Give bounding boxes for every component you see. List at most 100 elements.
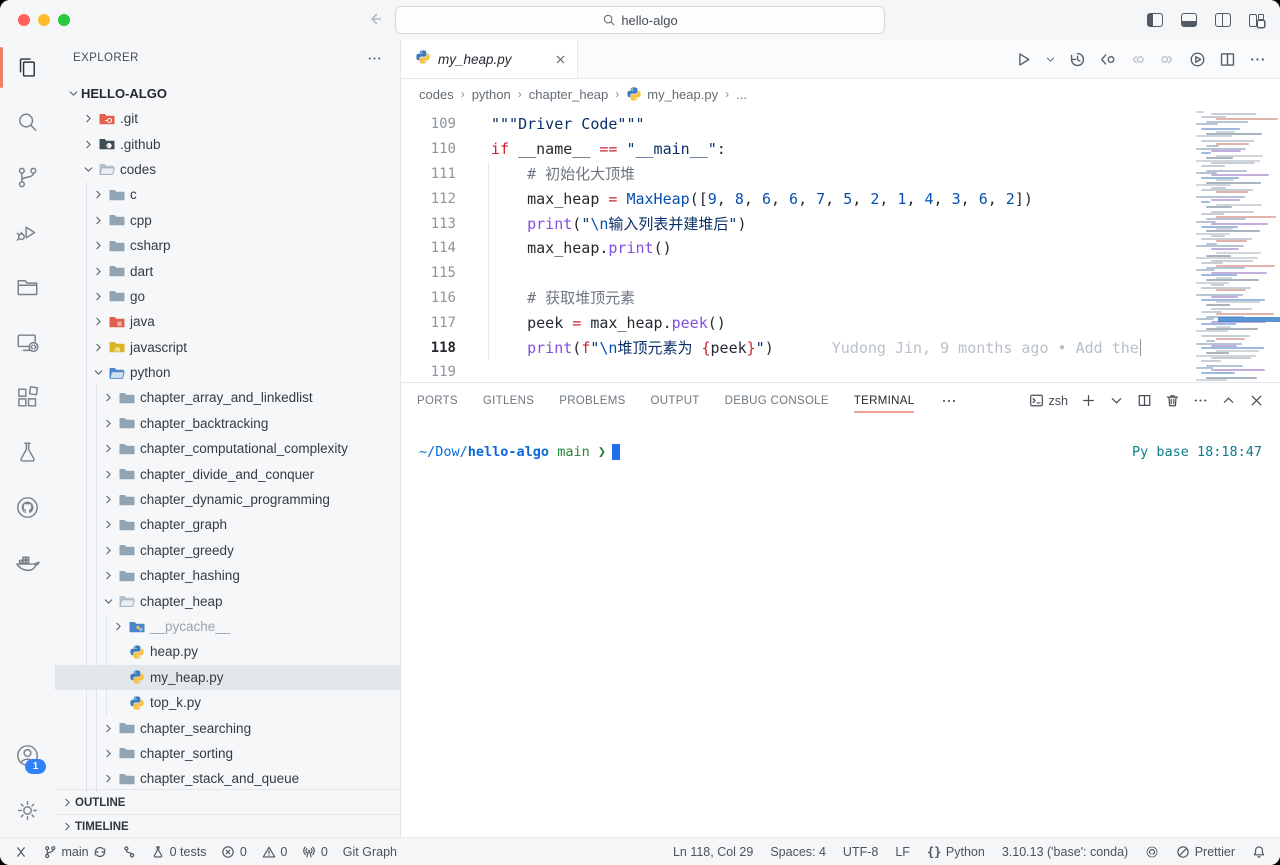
open-changes-icon[interactable] (1099, 51, 1116, 68)
tree-item-chapter-dynamic-programming[interactable]: chapter_dynamic_programming (55, 487, 400, 512)
tree-item-chapter-greedy[interactable]: chapter_greedy (55, 538, 400, 563)
status-bell[interactable] (1252, 845, 1266, 859)
tree-item-chapter-hashing[interactable]: chapter_hashing (55, 563, 400, 588)
status-warning[interactable]: 0 (262, 845, 287, 859)
panel-tab-gitlens[interactable]: GITLENS (483, 383, 534, 418)
panel-tab-output[interactable]: OUTPUT (651, 383, 700, 418)
zoom-window-button[interactable] (58, 14, 70, 26)
status-label: Spaces: 4 (770, 845, 826, 859)
status-branch[interactable]: main (43, 845, 107, 859)
minimap[interactable] (1196, 111, 1280, 382)
activity-docker-icon[interactable] (0, 535, 55, 590)
activity-testing-icon[interactable] (0, 425, 55, 480)
more-icon[interactable] (1193, 393, 1208, 408)
command-center-search[interactable]: hello-algo (395, 6, 885, 34)
status-3-10-13-base-conda-[interactable]: 3.10.13 ('base': conda) (1002, 845, 1128, 859)
customize-layout-icon[interactable] (1249, 14, 1264, 27)
status-git-graph[interactable]: Git Graph (343, 845, 397, 859)
status-lf[interactable]: LF (895, 845, 910, 859)
tree-item-javascript[interactable]: JSjavascript (55, 335, 400, 360)
breadcrumb-item--[interactable]: ... (736, 87, 747, 102)
tree-item-python[interactable]: python (55, 360, 400, 385)
chevron-down-icon[interactable] (1109, 393, 1124, 408)
tree-item-chapter-divide-and-conquer[interactable]: chapter_divide_and_conquer (55, 461, 400, 486)
tree-item-chapter-graph[interactable]: chapter_graph (55, 512, 400, 537)
history-icon[interactable] (1069, 51, 1086, 68)
tree-item-chapter-stack-and-queue[interactable]: chapter_stack_and_queue (55, 766, 400, 791)
close-icon[interactable] (1249, 393, 1264, 408)
chevron-up-icon[interactable] (1221, 393, 1236, 408)
status-prettier[interactable]: Prettier (1176, 845, 1235, 859)
panel-more-tabs-icon[interactable] (941, 393, 957, 409)
tree-item-cpp[interactable]: cpp (55, 208, 400, 233)
tree-item--git[interactable]: .git (55, 106, 400, 131)
panel-tab-terminal[interactable]: TERMINAL (854, 383, 915, 418)
activity-github-icon[interactable] (0, 480, 55, 535)
more-icon[interactable] (1249, 51, 1266, 68)
code-editor[interactable]: 109"""Driver Code"""110if __name__ == "_… (401, 109, 1280, 382)
activity-source-control-icon[interactable] (0, 150, 55, 205)
timeline-section[interactable]: TIMELINE (55, 814, 400, 838)
status-radio-tower[interactable]: 0 (302, 845, 327, 859)
activity-extensions-icon[interactable] (0, 370, 55, 425)
tab-close-icon[interactable] (554, 53, 567, 66)
tree-item-dart[interactable]: dart (55, 258, 400, 283)
activity-run-debug-icon[interactable] (0, 205, 55, 260)
toggle-panel-icon[interactable] (1181, 13, 1197, 27)
toggle-sidebar-icon[interactable] (1147, 13, 1163, 27)
tree-item--github[interactable]: .github (55, 131, 400, 156)
panel-tab-ports[interactable]: PORTS (417, 383, 458, 418)
terminal-icon[interactable]: zsh (1029, 393, 1068, 408)
status-ln-118-col-29[interactable]: Ln 118, Col 29 (673, 845, 753, 859)
panel-tab-debug-console[interactable]: DEBUG CONSOLE (725, 383, 829, 418)
status-spaces-4[interactable]: Spaces: 4 (770, 845, 826, 859)
tree-item-chapter-sorting[interactable]: chapter_sorting (55, 741, 400, 766)
status-error[interactable]: 0 (221, 845, 246, 859)
trash-icon[interactable] (1165, 393, 1180, 408)
tree-item-go[interactable]: go (55, 284, 400, 309)
activity-project-folder-icon[interactable] (0, 260, 55, 315)
minimize-window-button[interactable] (38, 14, 50, 26)
tree-item-c[interactable]: c (55, 182, 400, 207)
run-circle-icon[interactable] (1189, 51, 1206, 68)
status-utf-8[interactable]: UTF-8 (843, 845, 878, 859)
add-icon[interactable] (1081, 393, 1096, 408)
split-editor-icon[interactable] (1219, 51, 1236, 68)
toggle-secondary-sidebar-icon[interactable] (1215, 13, 1231, 27)
explorer-more-actions-icon[interactable] (367, 51, 382, 66)
status-beaker[interactable]: 0 tests (151, 845, 206, 859)
close-window-button[interactable] (18, 14, 30, 26)
status-github-small[interactable] (1145, 845, 1159, 859)
tree-item-codes[interactable]: codes (55, 157, 400, 182)
chevron-down-icon[interactable] (1045, 54, 1056, 65)
breadcrumb-item-my-heap-py[interactable]: my_heap.py (626, 86, 718, 102)
terminal[interactable]: ~/Dow/hello-algo main ❯ Py base 18:18:47 (401, 418, 1280, 838)
activity-remote-explorer-icon[interactable] (0, 315, 55, 370)
tree-item-chapter-array-and-linkedlist[interactable]: chapter_array_and_linkedlist (55, 385, 400, 410)
panel-tab-problems[interactable]: PROBLEMS (559, 383, 625, 418)
activity-search-icon[interactable] (0, 95, 55, 150)
tree-item-chapter-searching[interactable]: chapter_searching (55, 715, 400, 740)
run-icon[interactable] (1015, 51, 1032, 68)
nav-back-button[interactable] (364, 8, 386, 30)
split-editor-icon[interactable] (1137, 393, 1152, 408)
svg-text:JS: JS (113, 348, 120, 354)
activity-explorer-icon[interactable] (0, 40, 55, 95)
tree-item-chapter-backtracking[interactable]: chapter_backtracking (55, 411, 400, 436)
activity-accounts-icon[interactable]: 1 (0, 728, 55, 783)
breadcrumb-item-python[interactable]: python (472, 87, 511, 102)
tree-root-hello-algo[interactable]: HELLO-ALGO (55, 81, 400, 106)
breadcrumb-item-chapter-heap[interactable]: chapter_heap (529, 87, 609, 102)
breadcrumb-item-codes[interactable]: codes (419, 87, 454, 102)
tree-item-chapter-heap[interactable]: chapter_heap (55, 588, 400, 613)
tab-my-heap-py[interactable]: my_heap.py (401, 40, 578, 78)
status-remote[interactable] (14, 845, 28, 859)
activity-settings-icon[interactable] (0, 783, 55, 838)
tree-item-csharp[interactable]: csharp (55, 233, 400, 258)
status-braces[interactable]: {}Python (927, 845, 985, 859)
tree-item-java[interactable]: java (55, 309, 400, 334)
outline-section[interactable]: OUTLINE (55, 789, 400, 815)
status-gitlens[interactable] (122, 845, 136, 859)
tree-item-chapter-computational-complexity[interactable]: chapter_computational_complexity (55, 436, 400, 461)
status-label: 3.10.13 ('base': conda) (1002, 845, 1128, 859)
